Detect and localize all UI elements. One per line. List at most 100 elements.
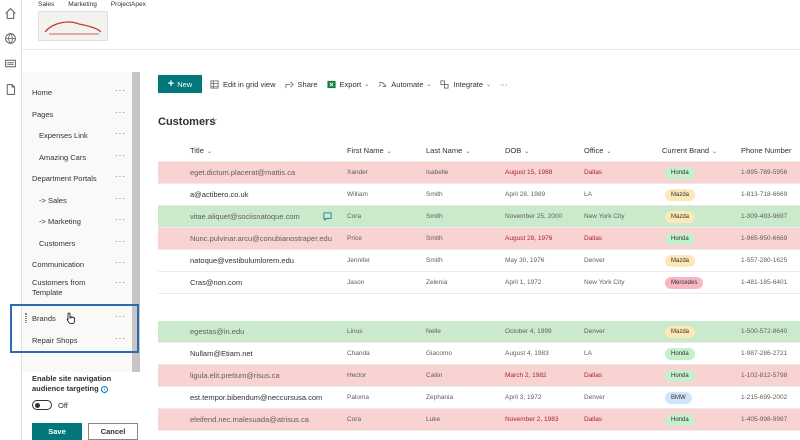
cancel-button[interactable]: Cancel xyxy=(88,423,138,440)
more-icon[interactable]: ··· xyxy=(115,172,126,181)
table-row[interactable]: Cras@non.com Jason Zelenia April 1, 1972 New… xyxy=(158,272,800,294)
nav-item-sales[interactable]: -> Sales ··· xyxy=(22,190,132,210)
title-cell[interactable]: Cras@non.com xyxy=(190,278,242,287)
last-name-cell: Giacomo xyxy=(426,350,453,357)
home-icon[interactable] xyxy=(4,7,17,20)
title-cell[interactable]: est.tempor.bibendum@neccursusa.com xyxy=(190,393,322,402)
column-header-first-name[interactable]: First Name ⌄ xyxy=(347,146,392,155)
export-button[interactable]: Export ⌄ xyxy=(326,80,369,89)
title-cell[interactable]: ligula.elit.pretium@risus.ca xyxy=(190,371,280,380)
news-icon[interactable] xyxy=(4,57,17,70)
more-icon[interactable]: ··· xyxy=(115,278,126,287)
star-icon[interactable]: ☆ xyxy=(209,116,218,127)
nav-item-marketing[interactable]: -> Marketing ··· xyxy=(22,211,132,231)
dob-cell: October 4, 1999 xyxy=(505,328,552,335)
dob-cell: August 4, 1983 xyxy=(505,350,549,357)
dob-cell: May 30, 1976 xyxy=(505,257,545,264)
title-cell[interactable]: natoque@vestibulumlorem.edu xyxy=(190,256,294,265)
nav-item-department-portals[interactable]: Department Portals ··· xyxy=(22,168,132,188)
flow-icon xyxy=(378,81,387,87)
more-icon[interactable]: ··· xyxy=(115,194,126,203)
title-cell[interactable]: egestas@in.edu xyxy=(190,327,244,336)
nav-item-label: Pages xyxy=(32,109,54,119)
audience-targeting-toggle[interactable] xyxy=(32,400,52,410)
table-row[interactable]: ligula.elit.pretium@risus.ca Hector Cailin… xyxy=(158,365,800,387)
table-row[interactable]: eget.dictum.placerat@mattis.ca Xander Isab… xyxy=(158,162,800,184)
office-cell: Denver xyxy=(584,257,605,264)
last-name-cell: Smith xyxy=(426,191,443,198)
more-icon[interactable]: ··· xyxy=(115,108,126,117)
more-options-button[interactable]: ··· xyxy=(500,80,508,89)
nav-item-customers[interactable]: Customers ··· xyxy=(22,233,132,253)
table-row[interactable]: est.tempor.bibendum@neccursusa.com Paloma… xyxy=(158,387,800,409)
table-row[interactable]: Nullam@Etiam.net Chanda Giacomo August 4, 1… xyxy=(158,343,800,365)
first-name-cell: Linus xyxy=(347,328,363,335)
site-logo[interactable] xyxy=(38,11,108,41)
save-button[interactable]: Save xyxy=(32,423,82,440)
nav-item-amazing-cars[interactable]: Amazing Cars ··· xyxy=(22,147,132,167)
table-row[interactable]: Nunc.pulvinar.arcu@conubianostraper.edu P… xyxy=(158,228,800,250)
nav-item-home[interactable]: Home ··· xyxy=(22,82,132,102)
column-header-dob[interactable]: DOB ⌄ xyxy=(505,146,529,155)
brand-pill: Mazda xyxy=(665,255,696,267)
brand-pill: Honda xyxy=(665,370,695,382)
new-button[interactable]: + New xyxy=(158,75,202,93)
more-icon[interactable]: ··· xyxy=(115,215,126,224)
column-header-office[interactable]: Office ⌄ xyxy=(584,146,611,155)
nav-item-customers-from-template[interactable]: Customers from Template ··· xyxy=(22,278,132,304)
more-icon[interactable]: ··· xyxy=(115,258,126,267)
title-cell[interactable]: eleifend.nec.malesuada@atrisus.ca xyxy=(190,415,309,424)
hub-nav-projectapex[interactable]: ProjectApex xyxy=(111,1,146,8)
title-cell[interactable]: Nunc.pulvinar.arcu@conubianostraper.edu xyxy=(190,234,332,243)
table-row[interactable]: egestas@in.edu Linus Nelle October 4, 1999 D… xyxy=(158,321,800,343)
brand-pill: Honda xyxy=(665,167,695,179)
integrate-button[interactable]: Integrate ⌄ xyxy=(440,80,491,89)
office-cell: Dallas xyxy=(584,372,603,379)
hub-nav-marketing[interactable]: Marketing xyxy=(68,1,97,8)
nav-item-communication[interactable]: Communication ··· xyxy=(22,254,132,274)
more-icon[interactable]: ··· xyxy=(115,86,126,95)
title-cell[interactable]: a@actibero.co.uk xyxy=(190,190,248,199)
title-cell[interactable]: vitae.aliquet@sociisnatoque.com xyxy=(190,212,300,221)
nav-item-pages[interactable]: Pages ··· xyxy=(22,104,132,124)
table-row[interactable]: vitae.aliquet@sociisnatoque.com Cora Smith… xyxy=(158,206,800,228)
title-cell[interactable]: eget.dictum.placerat@mattis.ca xyxy=(190,168,295,177)
first-name-cell: Hector xyxy=(347,372,367,379)
nav-item-label: Expenses Link xyxy=(39,130,88,140)
office-cell: Dallas xyxy=(584,416,603,423)
last-name-cell: Isabelle xyxy=(426,169,449,176)
column-header-label: DOB xyxy=(505,146,522,155)
new-button-label: New xyxy=(177,79,193,89)
column-header-title[interactable]: Title ⌄ xyxy=(190,146,212,155)
last-name-cell: Nelle xyxy=(426,328,441,335)
more-icon[interactable]: ··· xyxy=(115,151,126,160)
title-cell[interactable]: Nullam@Etiam.net xyxy=(190,349,253,358)
office-cell: New York City xyxy=(584,213,625,220)
info-icon[interactable]: i xyxy=(100,385,108,393)
column-header-phone-number[interactable]: Phone Number xyxy=(741,146,791,155)
column-header-last-name[interactable]: Last Name ⌄ xyxy=(426,146,470,155)
column-header-current-brand[interactable]: Current Brand ⌄ xyxy=(662,146,717,155)
hub-nav-sales[interactable]: Sales xyxy=(38,1,54,8)
chevron-down-icon: ⌄ xyxy=(606,149,612,155)
more-icon[interactable]: ··· xyxy=(115,237,126,246)
brand-pill: Mazda xyxy=(665,189,696,201)
phone-cell: 1-987-286-2721 xyxy=(741,350,788,357)
more-icon[interactable]: ··· xyxy=(115,129,126,138)
brand-pill: Mercedes xyxy=(665,277,704,289)
share-button[interactable]: Share xyxy=(285,80,318,89)
office-cell: Denver xyxy=(584,394,605,401)
column-header-label: Phone Number xyxy=(741,146,792,155)
automate-button[interactable]: Automate ⌄ xyxy=(378,80,431,89)
app-rail xyxy=(0,0,22,440)
comment-icon[interactable] xyxy=(323,212,332,222)
table-row[interactable]: natoque@vestibulumlorem.edu Jennifer Smith… xyxy=(158,250,800,272)
edit-grid-button[interactable]: Edit in grid view xyxy=(210,80,276,89)
table-row[interactable]: eleifend.nec.malesuada@atrisus.ca Cora Luk… xyxy=(158,409,800,431)
audience-targeting-text: Enable site navigation audience targetin… xyxy=(32,374,112,393)
table-row[interactable]: a@actibero.co.uk William Smith April 28, 19… xyxy=(158,184,800,206)
nav-item-expenses-link[interactable]: Expenses Link ··· xyxy=(22,125,132,145)
globe-icon[interactable] xyxy=(4,32,17,45)
table-row[interactable] xyxy=(158,294,800,316)
document-icon[interactable] xyxy=(4,83,17,96)
